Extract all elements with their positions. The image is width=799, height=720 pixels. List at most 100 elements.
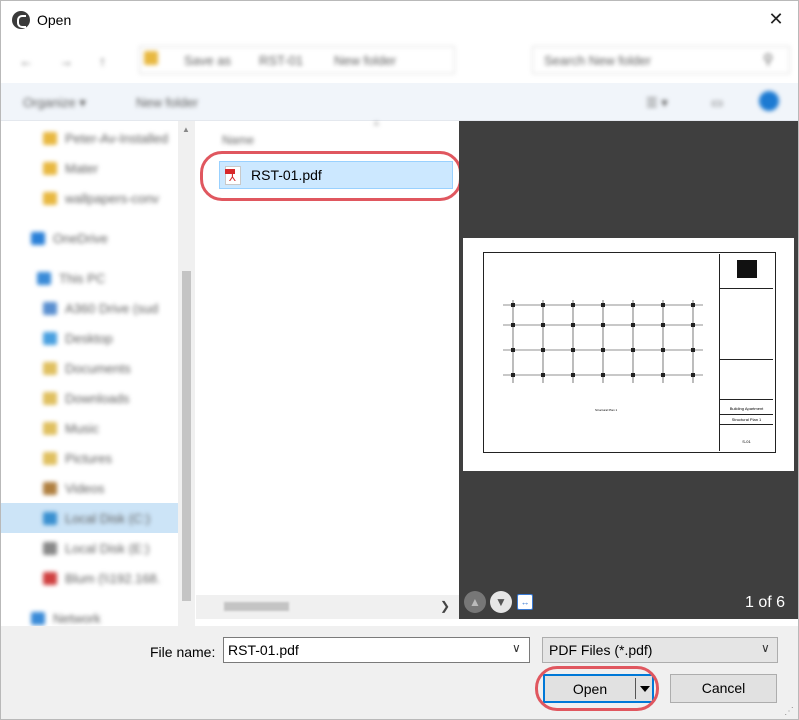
sidebar-item-label: Local Disk (E:) (65, 541, 150, 556)
previous-page-button[interactable]: ▲ (464, 591, 486, 613)
sidebar-item-label: Pictures (65, 451, 112, 466)
view-options-icon[interactable]: ☰ ▾ (646, 95, 668, 111)
plan-caption: Structural Plan 1 (595, 408, 618, 412)
downloads-icon (43, 392, 57, 405)
folder-icon (144, 51, 158, 65)
sidebar-item[interactable]: This PC (1, 263, 178, 293)
sidebar-item-label: Desktop (65, 331, 113, 346)
videos-icon (43, 482, 57, 495)
resize-grip-icon[interactable]: ⋰ (784, 706, 794, 717)
search-placeholder: Search New folder (544, 53, 651, 68)
up-arrow-icon[interactable]: ↑ (99, 53, 106, 69)
music-icon (43, 422, 57, 435)
preview-pane-icon[interactable]: ▭ (711, 95, 723, 111)
search-icon: ⚲ (763, 51, 774, 67)
folder-icon (43, 192, 57, 205)
drive-icon (43, 302, 57, 315)
sidebar-item-label: Downloads (65, 391, 130, 406)
title-bar: Open ✕ (1, 1, 798, 39)
sidebar-item[interactable]: Music (1, 413, 178, 443)
sidebar-item-label: Network (53, 611, 101, 626)
desktop-icon (43, 332, 57, 345)
preview-pane: Structural Plan 1 Building Apartment Str… (459, 121, 798, 619)
scrollbar-thumb[interactable] (182, 271, 191, 601)
breadcrumb-item[interactable]: New folder (334, 53, 396, 68)
file-name-value: RST-01.pdf (228, 642, 299, 658)
page-indicator: 1 of 6 (745, 594, 786, 611)
new-folder-button[interactable]: New folder (136, 95, 198, 110)
drawing-preview: Structural Plan 1 Building Apartment Str… (463, 238, 794, 471)
sidebar-item-label: A360 Drive (sud (65, 301, 159, 316)
sidebar-item[interactable]: Videos (1, 473, 178, 503)
sidebar-item[interactable]: Pictures (1, 443, 178, 473)
forward-arrow-icon[interactable]: → (59, 53, 73, 69)
cancel-button[interactable]: Cancel (670, 674, 777, 703)
back-arrow-icon[interactable]: ← (19, 53, 33, 69)
sidebar-item[interactable]: Blum (\\192.168. (1, 563, 178, 593)
scrollbar-thumb[interactable] (224, 602, 289, 611)
navigation-bar: ← → ↑ Save as RST-01 New folder Search N… (1, 39, 798, 83)
structural-plan-drawing (503, 300, 703, 383)
file-type-value: PDF Files (*.pdf) (549, 642, 653, 658)
sidebar-item[interactable]: Documents (1, 353, 178, 383)
sidebar-item[interactable]: OneDrive (1, 223, 178, 253)
sidebar-item-label: Videos (65, 481, 105, 496)
sidebar-item[interactable]: Downloads (1, 383, 178, 413)
dialog-footer: File name: RST-01.pdf ∨ PDF Files (*.pdf… (1, 626, 798, 719)
sidebar-item-label: OneDrive (53, 231, 108, 246)
sidebar-item-label: Blum (\\192.168. (65, 571, 161, 586)
sidebar-item[interactable]: Local Disk (C:) (1, 503, 178, 533)
sidebar-item[interactable]: Peter-Av-Installed (1, 123, 178, 153)
sidebar-item[interactable]: Desktop (1, 323, 178, 353)
close-icon[interactable]: ✕ (761, 6, 791, 32)
folder-icon (43, 132, 57, 145)
scroll-right-icon[interactable]: ❯ (440, 599, 450, 613)
sidebar-item-label: Mater (65, 161, 99, 176)
pictures-icon (43, 452, 57, 465)
sidebar-item[interactable]: wallpapers-conv (1, 183, 178, 213)
help-icon[interactable] (759, 91, 779, 111)
sidebar-item-label: Documents (65, 361, 131, 376)
file-name-label: File name: (150, 644, 216, 660)
open-dialog: Open ✕ ← → ↑ Save as RST-01 New folder S… (0, 0, 799, 720)
sidebar-item-label: Music (65, 421, 99, 436)
file-name-field[interactable]: RST-01.pdf ∨ (223, 637, 530, 663)
project-name: Building Apartment (729, 406, 764, 411)
navigation-pane: ▲ Peter-Av-Installed Mater wallpapers-conv… (1, 121, 196, 626)
window-title: Open (37, 12, 72, 28)
title-block: Building Apartment Structural Plan 1 S-0… (719, 254, 773, 451)
sidebar-scrollbar[interactable]: ▲ (178, 121, 195, 626)
horizontal-scrollbar[interactable]: ❯ (196, 595, 459, 619)
chevron-down-icon[interactable]: ∨ (512, 641, 521, 655)
organize-menu[interactable]: Organize ▾ (23, 95, 86, 111)
sidebar-item[interactable]: Mater (1, 153, 178, 183)
sidebar-item-label: This PC (59, 271, 106, 286)
sidebar-item[interactable]: Network (1, 603, 178, 626)
sheet-title: Structural Plan 1 (731, 417, 762, 422)
firm-logo-icon (737, 260, 757, 278)
highlight-ring-file (200, 151, 462, 201)
sidebar-item[interactable]: A360 Drive (sud (1, 293, 178, 323)
breadcrumb-item[interactable]: RST-01 (259, 53, 303, 68)
chevron-down-icon[interactable]: ∨ (761, 641, 770, 655)
documents-icon (43, 362, 57, 375)
sort-caret-icon: ^ (374, 121, 379, 132)
scroll-up-icon[interactable]: ▲ (182, 125, 190, 134)
network-icon (31, 612, 45, 625)
sheet-number: S-01 (742, 439, 751, 444)
highlight-ring-open (535, 666, 659, 711)
disk-icon (43, 542, 57, 555)
breadcrumb-item[interactable]: Save as (184, 53, 231, 68)
column-header-name[interactable]: Name (222, 133, 254, 147)
sidebar-item-label: Local Disk (C:) (65, 511, 151, 526)
computer-icon (37, 272, 51, 285)
cloud-icon (31, 232, 45, 245)
fit-width-button[interactable]: ↔ (517, 594, 533, 610)
sidebar-item-label: Peter-Av-Installed (65, 131, 169, 146)
next-page-button[interactable]: ▼ (490, 591, 512, 613)
command-toolbar: Organize ▾ New folder ☰ ▾ ▭ (1, 83, 798, 121)
sidebar-item-label: wallpapers-conv (65, 191, 159, 206)
sidebar-item[interactable]: Local Disk (E:) (1, 533, 178, 563)
file-type-select[interactable]: PDF Files (*.pdf) ∨ (542, 637, 778, 663)
app-logo-icon (12, 11, 30, 29)
